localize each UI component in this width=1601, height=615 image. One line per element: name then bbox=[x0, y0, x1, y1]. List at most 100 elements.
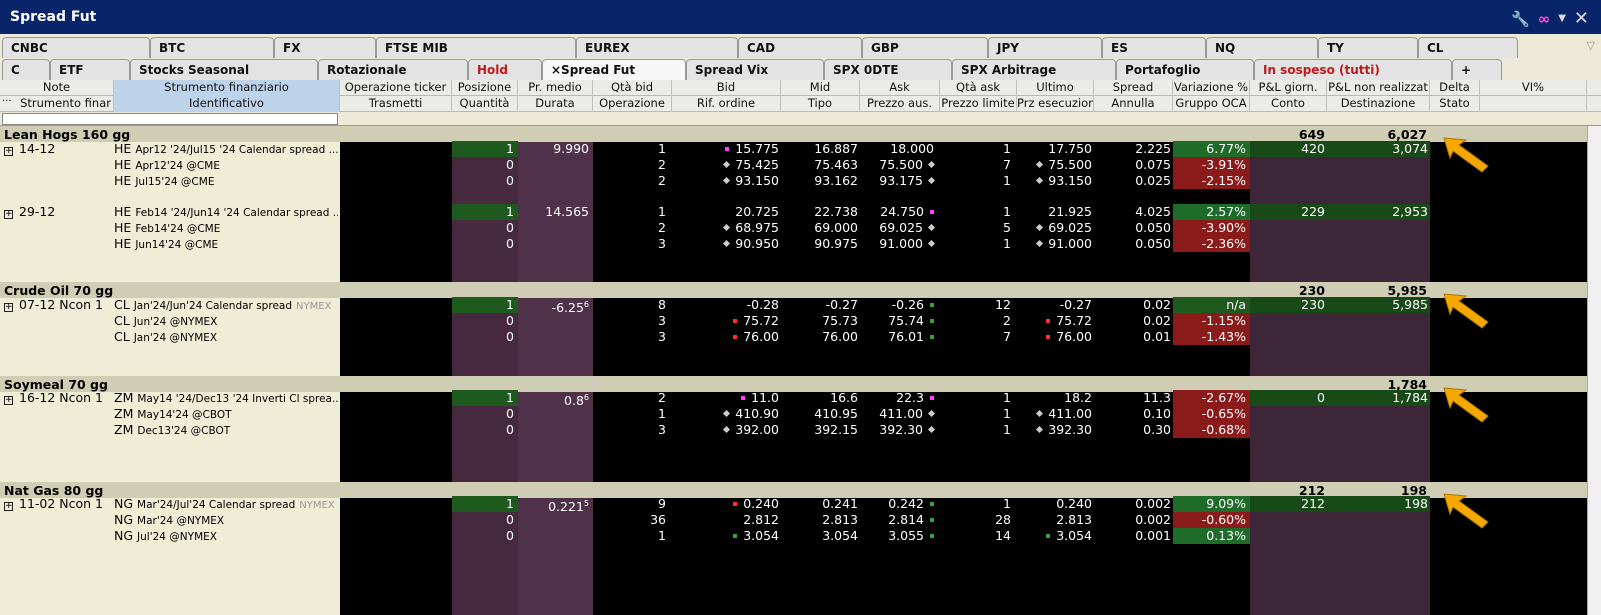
scrollbar[interactable] bbox=[1587, 126, 1601, 615]
row-bid[interactable]: 0.240 bbox=[672, 496, 781, 512]
tab-cnbc[interactable]: CNBC bbox=[2, 37, 150, 58]
row-bid[interactable]: -0.28 bbox=[672, 297, 781, 313]
col-header-4[interactable]: Pr. medio bbox=[518, 80, 593, 96]
row-ask[interactable]: 3.055 bbox=[860, 528, 940, 544]
col-header-10[interactable]: Ultimo bbox=[1017, 80, 1094, 96]
group-row[interactable]: Crude Oil 70 gg 230 5,985 bbox=[0, 282, 1601, 298]
col-subheader-12[interactable]: Gruppo OCA bbox=[1173, 96, 1250, 112]
row-position[interactable]: 0 bbox=[452, 220, 518, 236]
table-row[interactable]: CL Jan'24 @NYMEX 0 3 76.00 76.00 76.01 7 76.00 0.… bbox=[0, 329, 1601, 345]
row-bid[interactable]: 75.425 bbox=[672, 157, 781, 173]
col-header-3[interactable]: Posizione bbox=[452, 80, 518, 96]
row-bid[interactable]: 68.975 bbox=[672, 220, 781, 236]
col-header-6[interactable]: Bid bbox=[672, 80, 781, 96]
row-bid[interactable]: 20.725 bbox=[672, 204, 781, 220]
row-ask[interactable]: 75.74 bbox=[860, 313, 940, 329]
col-subheader-16[interactable] bbox=[1480, 96, 1587, 112]
col-header-5[interactable]: Qtà bid bbox=[593, 80, 672, 96]
col-header-2[interactable]: Operazione ticker bbox=[340, 80, 452, 96]
tab-cad[interactable]: CAD bbox=[738, 37, 862, 58]
row-position[interactable]: 1 bbox=[452, 141, 518, 157]
row-position[interactable]: 0 bbox=[452, 512, 518, 528]
col-header-14[interactable]: P&L non realizzat bbox=[1327, 80, 1430, 96]
col-subheader-1[interactable]: Identificativo bbox=[114, 96, 340, 112]
table-row[interactable]: ZM Dec13'24 @CBOT 0 3 392.00 392.15 392.30 1 392… bbox=[0, 422, 1601, 438]
col-subheader-11[interactable]: Annulla bbox=[1094, 96, 1173, 112]
col-subheader-15[interactable]: Stato bbox=[1430, 96, 1480, 112]
col-subheader-9[interactable]: Prezzo limite bbox=[940, 96, 1017, 112]
col-subheader-8[interactable]: Prezzo aus. bbox=[860, 96, 940, 112]
row-position[interactable]: 0 bbox=[452, 236, 518, 252]
table-row[interactable]: +07-12 Ncon 1 CL Jan'24/Jun'24 Calendar sp… bbox=[0, 297, 1601, 313]
col-header-15[interactable]: Delta bbox=[1430, 80, 1480, 96]
row-bid[interactable]: 76.00 bbox=[672, 329, 781, 345]
row-bid[interactable]: 3.054 bbox=[672, 528, 781, 544]
row-position[interactable]: 0 bbox=[452, 173, 518, 189]
dropdown-icon[interactable]: ▼ bbox=[1558, 13, 1566, 24]
row-position[interactable]: 0 bbox=[452, 528, 518, 544]
col-header-0[interactable]: Note bbox=[0, 80, 114, 96]
row-ask[interactable]: 392.30 bbox=[860, 422, 940, 438]
group-row[interactable]: Lean Hogs 160 gg 649 6,027 bbox=[0, 126, 1601, 142]
col-header-13[interactable]: P&L giorn. bbox=[1250, 80, 1327, 96]
row-position[interactable]: 0 bbox=[452, 422, 518, 438]
table-row[interactable]: CL Jun'24 @NYMEX 0 3 75.72 75.73 75.74 2 75.72 0.… bbox=[0, 313, 1601, 329]
table-row[interactable]: HE Feb14'24 @CME 0 2 68.975 69.000 69.025 5 69.0… bbox=[0, 220, 1601, 236]
col-subheader-13[interactable]: Conto bbox=[1250, 96, 1327, 112]
close-icon[interactable]: ✕ bbox=[1574, 8, 1589, 29]
col-header-11[interactable]: Spread bbox=[1094, 80, 1173, 96]
row-position[interactable]: 0 bbox=[452, 406, 518, 422]
tab-es[interactable]: ES bbox=[1102, 37, 1206, 58]
row-ask[interactable]: 411.00 bbox=[860, 406, 940, 422]
col-subheader-14[interactable]: Destinazione bbox=[1327, 96, 1430, 112]
table-row[interactable]: ZM May14'24 @CBOT 0 1 410.90 410.95 411.00 1 411… bbox=[0, 406, 1601, 422]
table-row[interactable]: +29-12 HE Feb14 '24/Jun14 '24 Calendar spr… bbox=[0, 204, 1601, 220]
col-subheader-0[interactable]: Strumento finar bbox=[0, 96, 114, 112]
row-bid[interactable]: 2.812 bbox=[672, 512, 781, 528]
row-ask[interactable]: 75.500 bbox=[860, 157, 940, 173]
table-row[interactable]: +11-02 Ncon 1 NG Mar'24/Jul'24 Calendar sp… bbox=[0, 496, 1601, 512]
table-row[interactable]: HE Jul15'24 @CME 0 2 93.150 93.162 93.175 1 93.1… bbox=[0, 173, 1601, 189]
row-ask[interactable]: 93.175 bbox=[860, 173, 940, 189]
col-subheader-2[interactable]: Trasmetti bbox=[340, 96, 452, 112]
row-position[interactable]: 1 bbox=[452, 204, 518, 220]
expand-icon[interactable]: + bbox=[4, 210, 13, 219]
row-bid[interactable]: 93.150 bbox=[672, 173, 781, 189]
tab2-rotazionale[interactable]: Rotazionale bbox=[318, 59, 468, 80]
col-subheader-10[interactable]: Prz esecuzione bbox=[1017, 96, 1094, 112]
tab2-hold[interactable]: Hold bbox=[468, 59, 542, 80]
row-bid[interactable]: 392.00 bbox=[672, 422, 781, 438]
row-ask[interactable]: 18.000 bbox=[860, 141, 940, 157]
row-ask[interactable]: 0.242 bbox=[860, 496, 940, 512]
table-row[interactable]: HE Apr12'24 @CME 0 2 75.425 75.463 75.500 7 75.5… bbox=[0, 157, 1601, 173]
tab-cl[interactable]: CL bbox=[1418, 37, 1518, 58]
tab-gbp[interactable]: GBP bbox=[862, 37, 988, 58]
col-header-9[interactable]: Qtà ask bbox=[940, 80, 1017, 96]
table-row[interactable]: NG Jul'24 @NYMEX 0 1 3.054 3.054 3.055 14 3.054 0… bbox=[0, 528, 1601, 544]
col-header-7[interactable]: Mid bbox=[781, 80, 860, 96]
row-ask[interactable]: 22.3 bbox=[860, 390, 940, 406]
row-ask[interactable]: 24.750 bbox=[860, 204, 940, 220]
row-ask[interactable]: 76.01 bbox=[860, 329, 940, 345]
tab2--[interactable]: + bbox=[1452, 59, 1502, 80]
expand-icon[interactable]: + bbox=[4, 303, 13, 312]
row-bid[interactable]: 75.72 bbox=[672, 313, 781, 329]
tab2-stocks-seasonal[interactable]: Stocks Seasonal bbox=[130, 59, 318, 80]
col-subheader-3[interactable]: Quantità bbox=[452, 96, 518, 112]
row-position[interactable]: 0 bbox=[452, 313, 518, 329]
expand-icon[interactable]: + bbox=[4, 147, 13, 156]
tab2-portafoglio[interactable]: Portafoglio bbox=[1116, 59, 1254, 80]
row-ask[interactable]: 2.814 bbox=[860, 512, 940, 528]
col-subheader-6[interactable]: Rif. ordine bbox=[672, 96, 781, 112]
col-subheader-5[interactable]: Operazione bbox=[593, 96, 672, 112]
col-subheader-4[interactable]: Durata bbox=[518, 96, 593, 112]
row-ask[interactable]: 69.025 bbox=[860, 220, 940, 236]
row-bid[interactable]: 90.950 bbox=[672, 236, 781, 252]
row-ask[interactable]: -0.26 bbox=[860, 297, 940, 313]
col-subheader-7[interactable]: Tipo bbox=[781, 96, 860, 112]
row-position[interactable]: 1 bbox=[452, 297, 518, 313]
row-position[interactable]: 1 bbox=[452, 390, 518, 406]
row-bid[interactable]: 410.90 bbox=[672, 406, 781, 422]
tab2-in-sospeso-tutti-[interactable]: In sospeso (tutti) bbox=[1254, 59, 1452, 80]
row-bid[interactable]: 11.0 bbox=[672, 390, 781, 406]
